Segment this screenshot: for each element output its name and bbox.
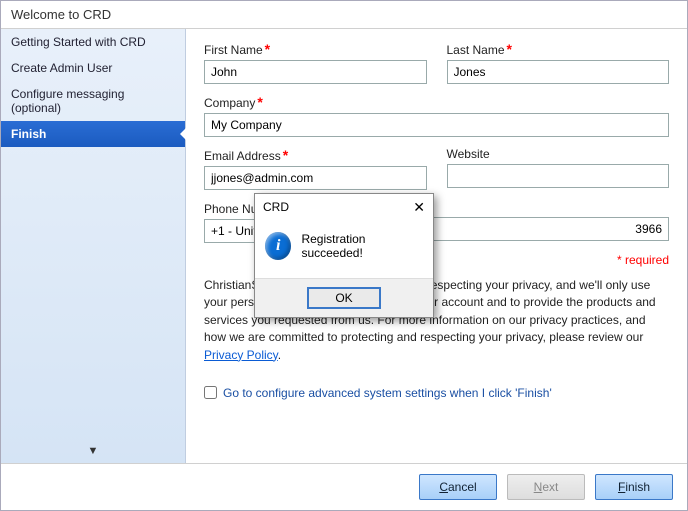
- dialog-message: Registration succeeded!: [301, 232, 423, 260]
- info-icon: i: [265, 232, 291, 260]
- finish-button[interactable]: Finish: [595, 474, 673, 500]
- sidebar-item-getting-started[interactable]: Getting Started with CRD: [1, 29, 185, 55]
- required-asterisk: *: [283, 147, 288, 163]
- wizard-sidebar: Getting Started with CRD Create Admin Us…: [1, 29, 186, 463]
- website-field[interactable]: [447, 164, 670, 188]
- advanced-settings-checkbox[interactable]: [204, 386, 217, 399]
- website-label: Website: [447, 147, 670, 161]
- required-asterisk: *: [257, 94, 262, 110]
- registration-dialog: CRD ✕ i Registration succeeded! OK: [254, 193, 434, 318]
- last-name-field[interactable]: [447, 60, 670, 84]
- email-field[interactable]: [204, 166, 427, 190]
- sidebar-scroll-down-icon[interactable]: ▼: [1, 439, 185, 463]
- ok-button[interactable]: OK: [307, 287, 381, 309]
- close-icon[interactable]: ✕: [413, 200, 425, 214]
- company-field[interactable]: [204, 113, 669, 137]
- window-title: Welcome to CRD: [1, 1, 687, 29]
- email-label: Email Address: [204, 149, 281, 163]
- company-label: Company: [204, 96, 255, 110]
- advanced-settings-label: Go to configure advanced system settings…: [223, 386, 552, 400]
- last-name-label: Last Name: [447, 43, 505, 57]
- first-name-field[interactable]: [204, 60, 427, 84]
- privacy-policy-link[interactable]: Privacy Policy: [204, 348, 278, 362]
- wizard-window: Welcome to CRD Getting Started with CRD …: [0, 0, 688, 511]
- required-asterisk: *: [507, 41, 512, 57]
- next-button: Next: [507, 474, 585, 500]
- first-name-label: First Name: [204, 43, 263, 57]
- required-asterisk: *: [265, 41, 270, 57]
- sidebar-item-create-admin[interactable]: Create Admin User: [1, 55, 185, 81]
- dialog-title: CRD: [263, 200, 289, 214]
- sidebar-item-finish[interactable]: Finish: [1, 121, 185, 147]
- sidebar-item-configure-messaging[interactable]: Configure messaging (optional): [1, 81, 185, 121]
- phone-number-field[interactable]: [393, 217, 669, 241]
- cancel-button[interactable]: Cancel: [419, 474, 497, 500]
- wizard-footer: Cancel Next Finish: [1, 463, 687, 510]
